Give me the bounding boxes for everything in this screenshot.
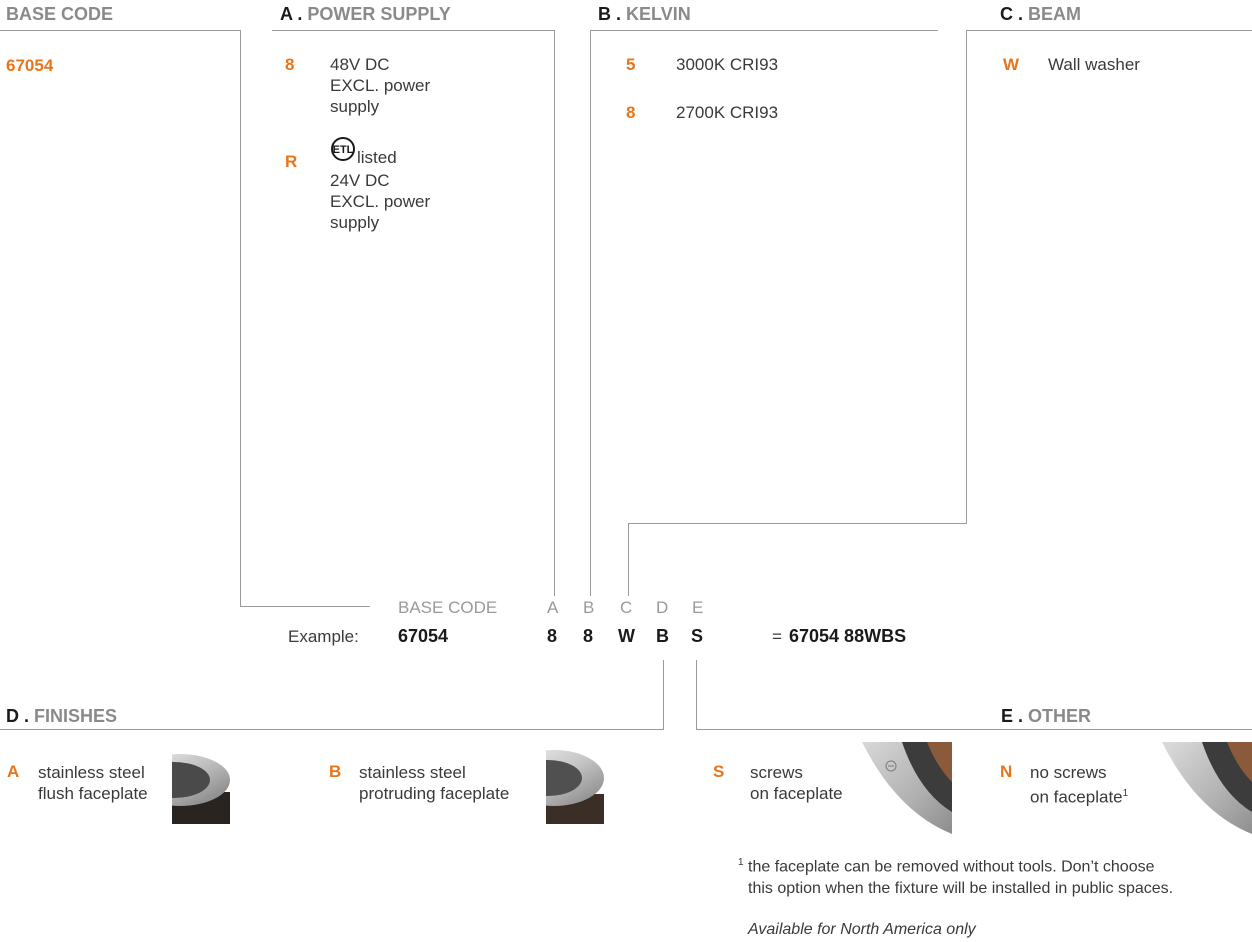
etl-badge-text: ETL [333,144,354,156]
example-label-b: B [583,598,595,617]
example-label-base-code: BASE CODE [398,598,498,617]
power-option-code: 8 [285,55,295,74]
example-label-e: E [692,598,704,617]
kelvin-option-code: 8 [626,103,636,122]
kelvin-option-label: 3000K CRI93 [676,55,779,74]
kelvin-option-code: 5 [626,55,636,74]
finish-option-code: B [329,762,342,781]
header-other: E . OTHER [1001,706,1092,726]
other-option-label: no screws on faceplate1 [1030,763,1129,807]
example-prefix: Example: [288,627,359,646]
example-value-c: W [618,626,635,646]
protruding-faceplate-image [546,742,604,824]
example-value-a: 8 [547,626,558,646]
base-code-value: 67054 [6,56,54,75]
power-option-description: 48V DC EXCL. power supply [330,55,431,116]
example-value-d: B [656,626,669,646]
finish-option-label: stainless steel protruding faceplate [359,763,510,803]
example-value-b: 8 [583,626,594,646]
finish-option-code: A [7,762,20,781]
example-label-c: C [620,598,633,617]
flush-faceplate-image [172,742,230,824]
screws-faceplate-image [857,742,952,834]
example-result: 67054 88WBS [789,626,907,646]
example-label-a: A [547,598,559,617]
header-base-code: BASE CODE [6,4,114,24]
power-listed-label: listed [357,148,397,167]
header-power-supply: A . POWER SUPPLY [280,4,451,24]
beam-option-code: W [1003,55,1020,74]
kelvin-option-label: 2700K CRI93 [676,103,779,122]
example-equals: = [772,627,782,646]
footnote-reference: 1 [1122,788,1129,799]
finish-option-label: stainless steel flush faceplate [38,763,148,803]
other-option-code: N [1000,762,1013,781]
header-beam: C . BEAM [1000,4,1082,24]
header-finishes: D . FINISHES [6,706,118,726]
power-option-description: 24V DC EXCL. power supply [330,171,431,232]
example-label-d: D [656,598,669,617]
no-screws-faceplate-image [1157,742,1252,834]
other-option-code: S [713,762,725,781]
power-option-code: R [285,152,298,171]
other-option-label: screws on faceplate [750,763,843,803]
footnote: 1 the faceplate can be removed without t… [738,857,1174,898]
example-base-code: 67054 [398,626,449,646]
availability-note: Available for North America only [748,921,976,938]
etl-listed-icon: ETL [331,137,355,161]
example-value-e: S [691,626,704,646]
header-kelvin: B . KELVIN [598,4,691,24]
beam-option-label: Wall washer [1048,55,1140,74]
